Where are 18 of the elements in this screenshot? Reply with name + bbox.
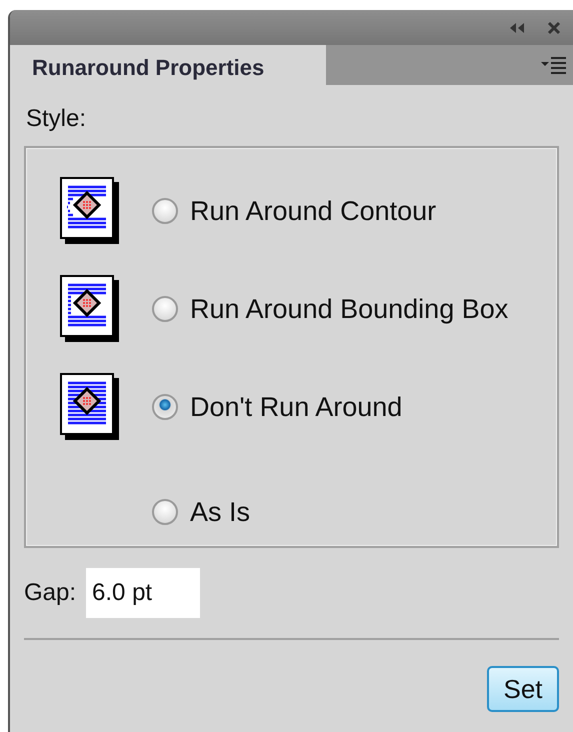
option-label: Run Around Contour [190, 196, 436, 226]
gap-field[interactable]: 6.0 pt [86, 568, 200, 618]
radio-button[interactable] [152, 296, 178, 322]
radio-button[interactable] [152, 394, 178, 420]
panel-menu-icon[interactable] [541, 56, 567, 74]
gap-label: Gap: [24, 579, 76, 607]
option-label: Run Around Bounding Box [190, 294, 508, 324]
runaround-icon [60, 373, 120, 441]
runaround-icon [60, 177, 120, 245]
option-label: Don't Run Around [190, 392, 402, 422]
radio-button[interactable] [152, 499, 178, 525]
runaround-icon [60, 275, 120, 343]
close-icon[interactable] [547, 20, 561, 34]
collapse-icon[interactable] [509, 22, 525, 34]
set-button[interactable]: Set [487, 666, 559, 712]
style-label: Style: [25, 104, 88, 134]
option-label: As Is [190, 496, 250, 528]
radio-button[interactable] [152, 198, 178, 224]
